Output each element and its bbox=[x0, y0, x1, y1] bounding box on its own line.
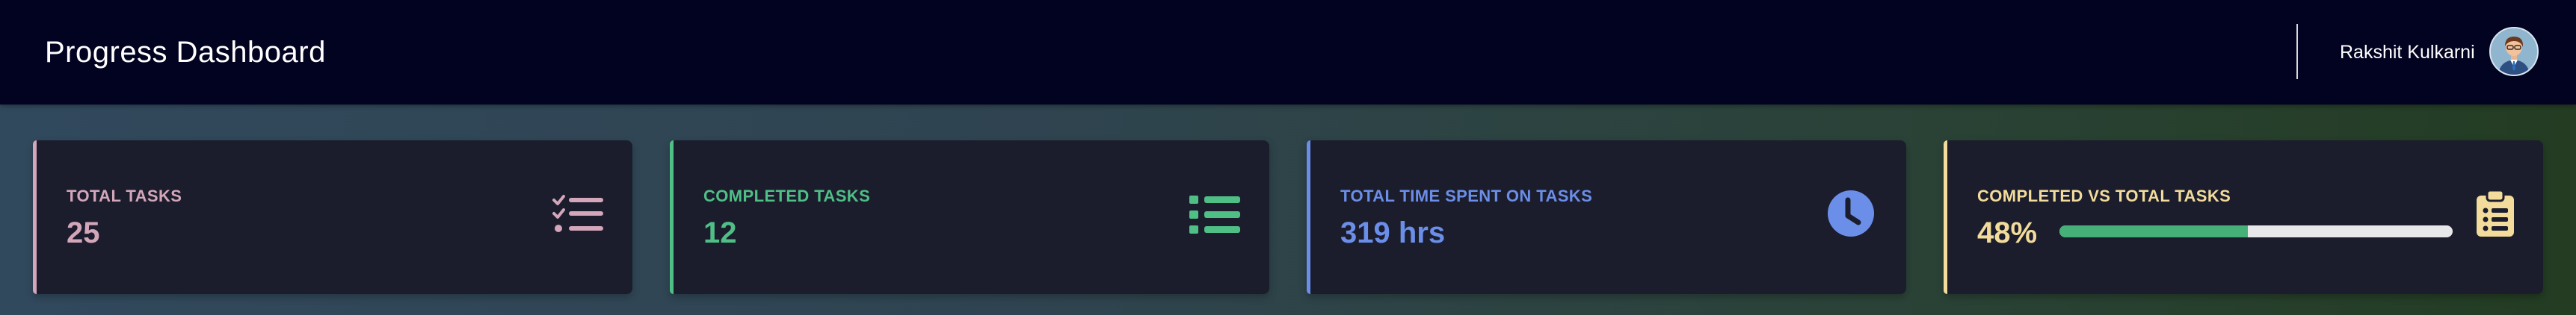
list-icon bbox=[1189, 194, 1242, 240]
card-label: COMPLETED VS TOTAL TASKS bbox=[1977, 187, 2231, 205]
card-accent bbox=[33, 140, 37, 294]
card-value: 48% bbox=[1977, 216, 2038, 249]
stat-card-completed-vs-total: COMPLETED VS TOTAL TASKS 48% bbox=[1944, 140, 2543, 294]
card-label: TOTAL TASKS bbox=[67, 187, 182, 205]
card-value: 25 bbox=[67, 216, 100, 249]
header-divider bbox=[2296, 24, 2298, 79]
user-avatar-icon[interactable] bbox=[2489, 27, 2539, 76]
completion-progress-bar bbox=[2059, 225, 2453, 237]
card-value: 319 hrs bbox=[1340, 216, 1446, 249]
stat-card-total-tasks: TOTAL TASKS 25 bbox=[33, 140, 632, 294]
card-value: 12 bbox=[703, 216, 737, 249]
top-navbar: Progress Dashboard Rakshit Kulkarni bbox=[0, 0, 2576, 105]
user-name[interactable]: Rakshit Kulkarni bbox=[2340, 42, 2475, 63]
card-accent bbox=[670, 140, 674, 294]
card-accent bbox=[1307, 140, 1310, 294]
app-title: Progress Dashboard bbox=[45, 36, 326, 69]
card-label: TOTAL TIME SPENT ON TASKS bbox=[1340, 187, 1593, 205]
clipboard-icon bbox=[2476, 189, 2515, 241]
stat-card-completed-tasks: COMPLETED TASKS 12 bbox=[670, 140, 1269, 294]
task-checklist-icon bbox=[552, 194, 605, 240]
stat-card-time-spent: TOTAL TIME SPENT ON TASKS 319 hrs bbox=[1307, 140, 1906, 294]
card-label: COMPLETED TASKS bbox=[703, 187, 871, 205]
card-accent bbox=[1944, 140, 1947, 294]
clock-icon bbox=[1827, 190, 1875, 241]
progress-bar-fill bbox=[2059, 225, 2249, 237]
